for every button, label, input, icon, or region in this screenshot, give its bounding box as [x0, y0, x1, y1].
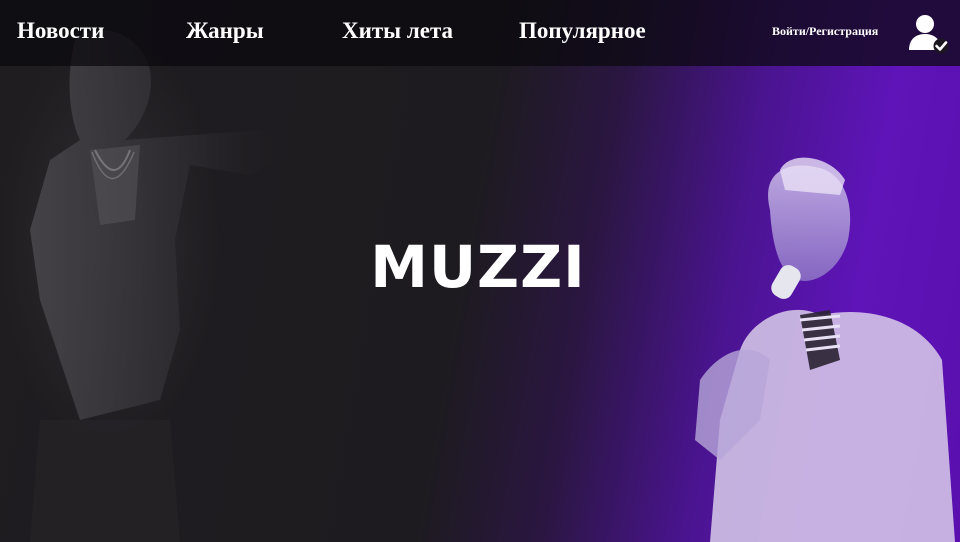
nav-item-news[interactable]: Новости	[17, 16, 104, 46]
user-check-icon[interactable]	[906, 12, 950, 54]
login-register-link[interactable]: Войти/Регистрация	[772, 23, 878, 39]
top-navigation-bar: Новости Жанры Хиты лета Популярное Войти…	[0, 0, 960, 66]
nav-item-popular[interactable]: Популярное	[519, 16, 646, 46]
hero-banner: Новости Жанры Хиты лета Популярное Войти…	[0, 0, 960, 542]
nav-item-genres[interactable]: Жанры	[186, 16, 264, 46]
nav-item-summer-hits[interactable]: Хиты лета	[342, 16, 453, 46]
brand-title: MUZZI	[370, 233, 586, 301]
artist-photo-right	[695, 157, 955, 542]
